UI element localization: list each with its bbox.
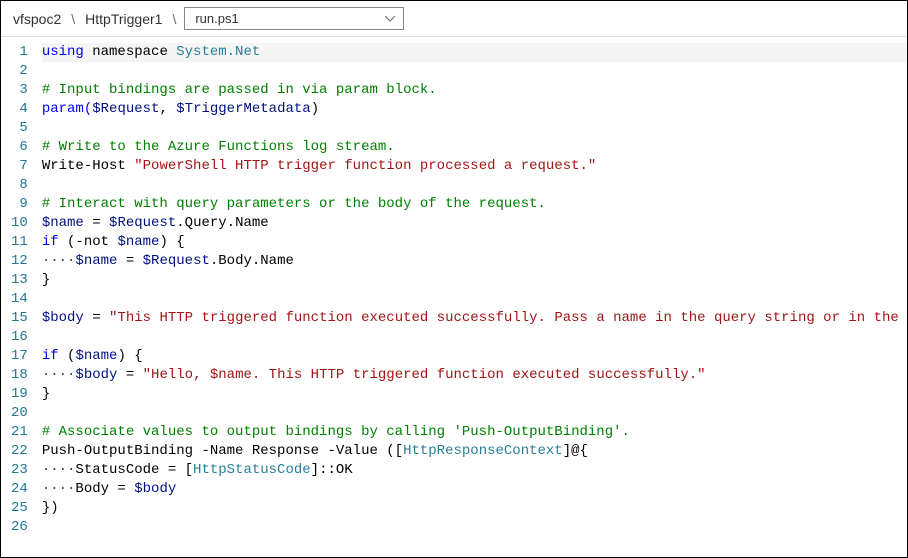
- line-number: 6: [11, 138, 28, 157]
- line-number: 4: [11, 100, 28, 119]
- line-number: 17: [11, 347, 28, 366]
- code-editor[interactable]: 1234567891011121314151617181920212223242…: [1, 36, 907, 552]
- file-dropdown[interactable]: run.ps1: [184, 7, 404, 30]
- line-number: 14: [11, 290, 28, 309]
- file-dropdown-value: run.ps1: [195, 11, 238, 26]
- line-number: 13: [11, 271, 28, 290]
- line-number: 5: [11, 119, 28, 138]
- breadcrumb-function[interactable]: HttpTrigger1: [83, 11, 164, 27]
- line-number: 16: [11, 328, 28, 347]
- line-number: 15: [11, 309, 28, 328]
- line-number: 8: [11, 176, 28, 195]
- line-number: 12: [11, 252, 28, 271]
- line-number: 2: [11, 62, 28, 81]
- line-number: 23: [11, 461, 28, 480]
- line-number: 18: [11, 366, 28, 385]
- line-number: 10: [11, 214, 28, 233]
- line-number: 24: [11, 480, 28, 499]
- line-number: 1: [11, 43, 28, 62]
- code-content[interactable]: using namespace System.Net # Input bindi…: [42, 37, 907, 552]
- breadcrumb-root[interactable]: vfspoc2: [11, 11, 63, 27]
- line-number: 7: [11, 157, 28, 176]
- line-number: 21: [11, 423, 28, 442]
- breadcrumb-separator: \: [71, 11, 75, 27]
- line-number: 11: [11, 233, 28, 252]
- line-number-gutter: 1234567891011121314151617181920212223242…: [1, 37, 42, 552]
- chevron-down-icon: [385, 16, 395, 22]
- line-number: 19: [11, 385, 28, 404]
- line-number: 20: [11, 404, 28, 423]
- line-number: 3: [11, 81, 28, 100]
- line-number: 25: [11, 499, 28, 518]
- line-number: 22: [11, 442, 28, 461]
- breadcrumb-separator: \: [172, 11, 176, 27]
- line-number: 26: [11, 518, 28, 537]
- breadcrumb: vfspoc2 \ HttpTrigger1 \ run.ps1: [1, 1, 907, 36]
- line-number: 9: [11, 195, 28, 214]
